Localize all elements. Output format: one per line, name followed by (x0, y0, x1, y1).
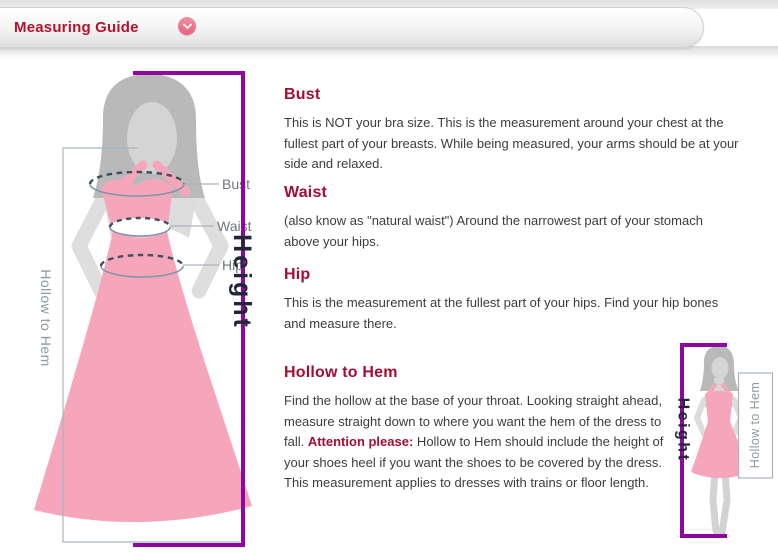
waist-section: Waist (also know as "natural waist") Aro… (284, 184, 739, 252)
small-figure-leg-left (713, 472, 716, 531)
page-title: Measuring Guide (14, 19, 139, 36)
attention-please-label: Attention please: (308, 434, 413, 449)
bust-heading: Bust (284, 86, 739, 104)
height-label: Height (228, 234, 256, 330)
figure-arm-right (196, 198, 221, 291)
hollow-to-hem-section: Hollow to Hem Find the hollow at the bas… (284, 364, 676, 494)
figure-face (127, 102, 177, 174)
hip-description: This is the measurement at the fullest p… (284, 293, 739, 334)
small-figure-leg-right (722, 472, 727, 533)
measurement-diagram-large: Bust Waist Hip Hollow to Hem Height (25, 58, 287, 553)
small-figure-arm-left (697, 400, 704, 434)
waist-description: (also know as "natural waist") Around th… (284, 211, 739, 252)
bust-description: This is NOT your bra size. This is the m… (284, 113, 739, 175)
measurement-diagram-small: Hollow to Hem Height (650, 336, 778, 542)
figure-arm-left (79, 198, 104, 291)
measuring-guide-page: Measuring Guide Bust Waist Hip Hol (0, 0, 778, 553)
hollow-to-hem-label: Hollow to Hem (38, 269, 54, 367)
bust-label: Bust (222, 176, 250, 192)
waist-heading: Waist (284, 184, 739, 202)
small-hollow-to-hem-label: Hollow to Hem (748, 382, 762, 468)
hollow-to-hem-heading: Hollow to Hem (284, 364, 676, 382)
small-figure-face (712, 357, 729, 379)
small-dress-bodice (705, 391, 733, 425)
small-height-label: Height (675, 398, 692, 463)
hip-section: Hip This is the measurement at the fulle… (284, 266, 739, 334)
dress-skirt (34, 231, 252, 522)
hip-heading: Hip (284, 266, 739, 284)
hollow-to-hem-description: Find the hollow at the base of your thro… (284, 391, 676, 494)
chevron-glyph (182, 20, 192, 30)
waist-label: Waist (217, 218, 252, 234)
chevron-down-icon[interactable] (178, 17, 196, 35)
bust-section: Bust This is NOT your bra size. This is … (284, 86, 739, 175)
